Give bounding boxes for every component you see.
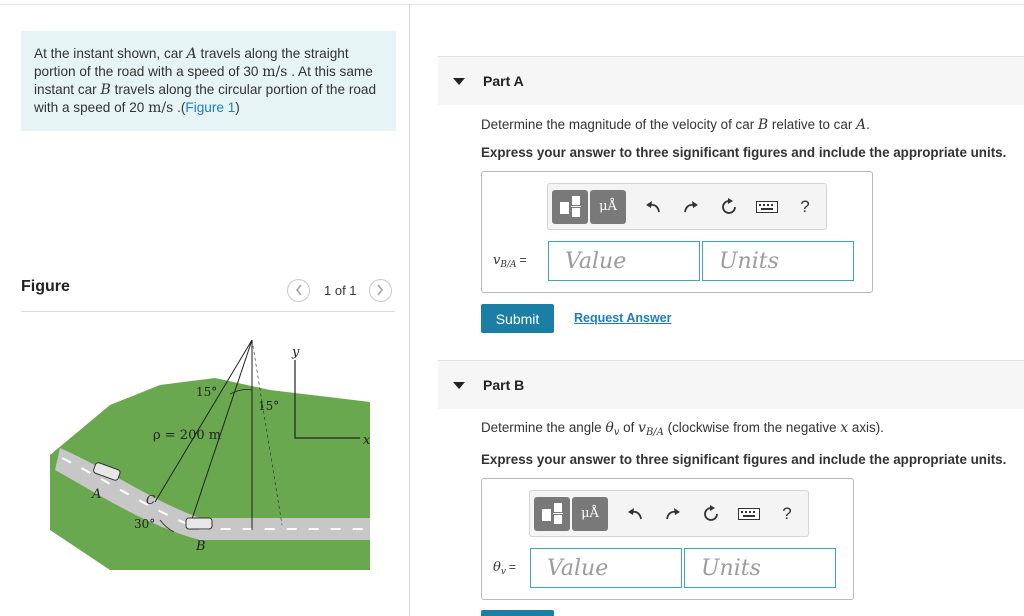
redo-icon[interactable] — [672, 190, 710, 224]
part-b-title: Part B — [483, 377, 525, 393]
keyboard-icon[interactable] — [748, 190, 786, 224]
center-label: C — [146, 493, 155, 507]
part-b-header[interactable]: Part B — [438, 360, 1024, 409]
part-a-variable-label: vB/A = — [493, 253, 527, 270]
help-icon[interactable]: ? — [786, 190, 824, 224]
collapse-caret-icon[interactable] — [453, 381, 465, 389]
question-text: Determine the magnitude of the velocity … — [481, 117, 758, 132]
problem-statement: At the instant shown, car A travels alon… — [21, 31, 396, 131]
x-axis-label: x — [363, 433, 371, 448]
part-b-units-input[interactable] — [684, 548, 836, 588]
car-b — [185, 517, 213, 530]
speed-unit: m/s — [262, 64, 288, 80]
problem-text: .( — [173, 100, 186, 115]
part-a-math-toolbar: μÅ ? — [547, 183, 827, 230]
part-a-units-input[interactable] — [702, 241, 854, 281]
velocity-subscript: B/A — [645, 427, 664, 438]
chevron-left-icon — [295, 284, 302, 296]
variable-subscript: B/A — [500, 260, 517, 270]
previous-figure-button[interactable] — [287, 278, 310, 302]
next-figure-button[interactable] — [368, 278, 392, 302]
y-axis-label: y — [291, 345, 300, 360]
figure-link[interactable]: Figure 1 — [185, 100, 235, 115]
part-a-header[interactable]: Part A — [438, 56, 1024, 105]
question-text: (clockwise from the negative — [663, 420, 841, 435]
undo-icon[interactable] — [634, 190, 672, 224]
figure-pager: 1 of 1 — [287, 278, 392, 302]
templates-button[interactable] — [552, 189, 588, 224]
question-text: relative to car — [768, 117, 857, 132]
collapse-caret-icon[interactable] — [453, 77, 465, 85]
part-b-instruction: Express your answer to three significant… — [481, 452, 1007, 467]
part-a-title: Part A — [483, 73, 524, 89]
car-b-symbol: B — [100, 82, 111, 98]
figure-page-indicator: 1 of 1 — [324, 282, 357, 298]
question-text: Determine the angle — [481, 420, 606, 435]
angle-label-right: 15° — [258, 399, 279, 413]
car-a-symbol: A — [186, 46, 197, 62]
theta-symbol: θ — [605, 420, 614, 436]
help-icon[interactable]: ? — [768, 497, 806, 531]
units-button[interactable]: μÅ — [590, 189, 626, 224]
redo-icon[interactable] — [654, 497, 692, 531]
figure-rule — [21, 311, 395, 312]
templates-button[interactable] — [534, 496, 570, 531]
question-text: . — [866, 117, 870, 132]
part-b-submit-button[interactable] — [481, 610, 554, 616]
reset-icon[interactable] — [710, 190, 748, 224]
angle-label-left: 15° — [196, 385, 217, 399]
problem-text: At the instant shown, car — [34, 46, 187, 61]
undo-icon[interactable] — [616, 497, 654, 531]
car-b-label: B — [195, 539, 206, 554]
road-figure: y x 15° 15° ρ = 200 m 30° A B C — [50, 339, 371, 570]
units-button[interactable]: μÅ — [572, 496, 608, 531]
chevron-right-icon — [377, 284, 384, 296]
submit-button[interactable]: Submit — [481, 304, 554, 333]
car-b-symbol: B — [757, 117, 769, 133]
figure-heading: Figure — [21, 278, 70, 295]
part-b-question: Determine the angle θv of vB/A (clockwis… — [481, 420, 884, 438]
reset-icon[interactable] — [692, 497, 730, 531]
x-symbol: x — [840, 420, 849, 436]
variable-subscript: v — [500, 567, 506, 577]
velocity-symbol: v — [638, 420, 646, 436]
variable-symbol: θ — [493, 560, 501, 575]
problem-text: ) — [235, 100, 240, 115]
equals-sign: = — [519, 253, 527, 267]
part-b-variable-label: θv = — [493, 560, 516, 577]
keyboard-icon[interactable] — [730, 497, 768, 531]
part-b-value-input[interactable] — [530, 548, 682, 588]
question-text: axis). — [848, 420, 884, 435]
car-a-symbol: A — [856, 117, 867, 133]
part-b-math-toolbar: μÅ ? — [529, 490, 809, 537]
top-rule — [0, 4, 1024, 5]
part-a-value-input[interactable] — [548, 241, 700, 281]
speed-unit: m/s — [148, 100, 174, 116]
panel-divider — [409, 4, 410, 616]
part-a-question: Determine the magnitude of the velocity … — [481, 117, 870, 133]
theta-subscript: v — [613, 427, 620, 438]
angle-label-30: 30° — [134, 517, 155, 531]
equals-sign: = — [508, 560, 516, 574]
radius-label: ρ = 200 m — [153, 428, 221, 443]
car-a-label: A — [91, 487, 101, 502]
request-answer-link[interactable]: Request Answer — [574, 311, 671, 325]
part-a-instruction: Express your answer to three significant… — [481, 145, 1007, 160]
question-text: of — [619, 420, 639, 435]
